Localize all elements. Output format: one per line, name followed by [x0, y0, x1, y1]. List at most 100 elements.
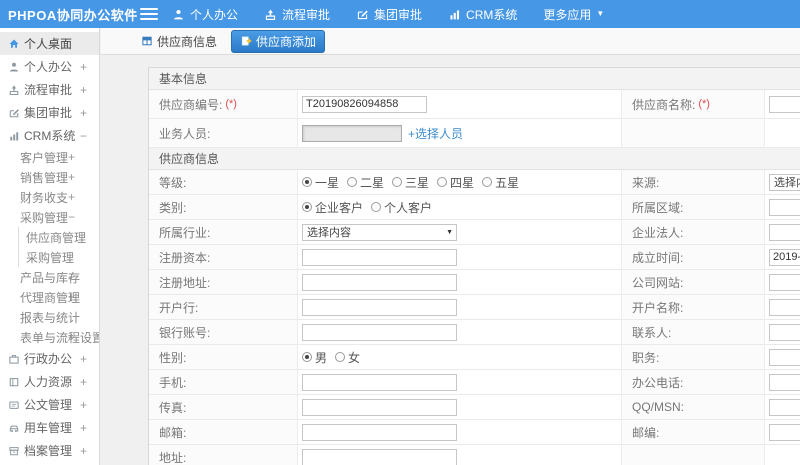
field-开户名称-input[interactable]	[769, 298, 800, 316]
field-性别-option-女[interactable]: 女	[335, 349, 360, 366]
collapse-icon[interactable]: −	[80, 129, 87, 143]
field-成立时间-input[interactable]	[769, 248, 800, 266]
sidebar-item-人力资源[interactable]: 人力资源 +	[0, 370, 99, 393]
sidebar-item-销售管理[interactable]: 销售管理 +	[0, 167, 99, 187]
field-地址-input[interactable]	[302, 448, 457, 465]
field-邮编-input[interactable]	[769, 423, 800, 441]
sidebar-item-集团审批[interactable]: 集团审批 +	[0, 101, 99, 124]
radio-icon[interactable]	[371, 202, 382, 212]
field-手机-input[interactable]	[302, 373, 457, 391]
sidebar-item-报表与统计[interactable]: 报表与统计	[0, 307, 99, 327]
nav-item-个人办公[interactable]: 个人办公	[172, 6, 238, 23]
collapse-icon[interactable]: −	[68, 210, 75, 224]
field-label-cell: 传真:	[149, 395, 297, 419]
field-所属区域-input[interactable]	[769, 198, 800, 216]
expand-icon[interactable]: +	[80, 421, 87, 435]
tab-供应商添加[interactable]: 供应商添加	[231, 29, 326, 53]
sidebar-item-档案管理[interactable]: 档案管理 +	[0, 439, 99, 462]
field-所属行业-select[interactable]: 选择内容 ▼	[302, 223, 457, 241]
radio-icon[interactable]	[335, 352, 346, 362]
select-person-link[interactable]: +选择人员	[408, 125, 463, 142]
expand-icon[interactable]: +	[68, 190, 75, 204]
field-办公电话-input[interactable]	[769, 373, 800, 391]
radio-icon[interactable]	[302, 202, 312, 212]
radio-icon[interactable]	[482, 177, 493, 187]
expand-icon[interactable]: +	[80, 60, 87, 74]
field-银行账号-input[interactable]	[302, 323, 457, 341]
sidebar-item-行政办公[interactable]: 行政办公 +	[0, 347, 99, 370]
field-label-cell: 成立时间:	[621, 245, 764, 269]
nav-item-CRM系统[interactable]: CRM系统	[448, 6, 517, 23]
sidebar-item-财务收支[interactable]: 财务收支 +	[0, 187, 99, 207]
field-等级-option-四星[interactable]: 四星	[437, 174, 474, 191]
field-label-cell: 供应商名称: (*)	[621, 90, 764, 118]
field-公司网站-input[interactable]	[769, 273, 800, 291]
radio-icon[interactable]	[392, 177, 403, 187]
sidebar-item-表单与流程设置[interactable]: 表单与流程设置 +	[0, 327, 99, 347]
field-label-cell: 手机:	[149, 370, 297, 394]
field-企业法人-input[interactable]	[769, 223, 800, 241]
field-联系人-input[interactable]	[769, 323, 800, 341]
expand-icon[interactable]: +	[68, 290, 75, 304]
field-供应商编号-input[interactable]	[302, 95, 427, 113]
expand-icon[interactable]: +	[80, 352, 87, 366]
field-类别-option-企业客户[interactable]: 企业客户	[302, 199, 363, 216]
caret-down-icon: ▼	[596, 9, 605, 18]
sidebar-item-采购管理[interactable]: 采购管理	[0, 247, 99, 267]
nav-item-流程审批[interactable]: 流程审批	[264, 6, 330, 23]
expand-icon[interactable]: +	[68, 170, 75, 184]
sidebar-item-供应商管理[interactable]: 供应商管理	[0, 227, 99, 247]
field-control-cell: 企业客户 个人客户	[297, 195, 621, 219]
expand-icon[interactable]: +	[80, 444, 87, 458]
sidebar-item-个人办公[interactable]: 个人办公 +	[0, 55, 99, 78]
sidebar-item-采购管理[interactable]: 采购管理 −	[0, 207, 99, 227]
radio-icon[interactable]	[302, 352, 312, 362]
tab-供应商信息[interactable]: 供应商信息	[135, 30, 223, 53]
field-QQ/MSN-input[interactable]	[769, 398, 800, 416]
field-label: 注册资本:	[159, 250, 211, 265]
radio-icon[interactable]	[437, 177, 448, 187]
field-传真-input[interactable]	[302, 398, 457, 416]
field-等级-option-一星[interactable]: 一星	[302, 174, 339, 191]
field-开户行-input[interactable]	[302, 298, 457, 316]
radio-icon[interactable]	[347, 177, 358, 187]
field-注册地址-input[interactable]	[302, 273, 457, 291]
field-性别-option-男[interactable]: 男	[302, 349, 327, 366]
expand-icon[interactable]: +	[80, 398, 87, 412]
field-业务人员-input[interactable]	[302, 124, 402, 142]
expand-icon[interactable]: +	[80, 106, 87, 120]
field-注册资本-input[interactable]	[302, 248, 457, 266]
expand-icon[interactable]: +	[80, 83, 87, 97]
field-供应商名称-input[interactable]	[769, 95, 800, 113]
sidebar-item-CRM系统[interactable]: CRM系统 −	[0, 124, 99, 147]
field-等级-option-二星[interactable]: 二星	[347, 174, 384, 191]
form-row: 等级: 一星 二星 三星 四星 五星 来源: 选择内容▼	[149, 170, 800, 195]
field-来源-select[interactable]: 选择内容▼	[769, 173, 800, 191]
field-label: 所属行业:	[159, 225, 211, 240]
nav-item-集团审批[interactable]: 集团审批	[356, 6, 422, 23]
sidebar-item-流程审批[interactable]: 流程审批 +	[0, 78, 99, 101]
field-label-cell: 职务:	[621, 345, 764, 369]
expand-icon[interactable]: +	[80, 375, 87, 389]
sidebar-item-客户管理[interactable]: 客户管理 +	[0, 147, 99, 167]
hamburger-menu-icon[interactable]	[140, 8, 158, 20]
radio-icon[interactable]	[302, 177, 312, 187]
sidebar-item-label: 财务收支	[20, 190, 69, 205]
field-等级-option-五星[interactable]: 五星	[482, 174, 519, 191]
sidebar-item-用车管理[interactable]: 用车管理 +	[0, 416, 99, 439]
sidebar-item-产品与库存[interactable]: 产品与库存 +	[0, 267, 99, 287]
field-label: 成立时间:	[632, 250, 684, 265]
nav-item-更多应用[interactable]: 更多应用 ▼	[543, 6, 604, 23]
field-等级-option-三星[interactable]: 三星	[392, 174, 429, 191]
expand-icon[interactable]: +	[68, 330, 75, 344]
field-邮箱-input[interactable]	[302, 423, 457, 441]
expand-icon[interactable]: +	[68, 270, 75, 284]
field-职务-input[interactable]	[769, 348, 800, 366]
field-类别-option-个人客户[interactable]: 个人客户	[371, 199, 432, 216]
field-control-cell	[297, 90, 621, 118]
field-label-cell: 类别:	[149, 195, 297, 219]
sidebar-item-个人桌面[interactable]: 个人桌面	[0, 32, 99, 55]
sidebar-item-公文管理[interactable]: 公文管理 +	[0, 393, 99, 416]
sidebar-item-代理商管理[interactable]: 代理商管理 +	[0, 287, 99, 307]
expand-icon[interactable]: +	[68, 150, 75, 164]
